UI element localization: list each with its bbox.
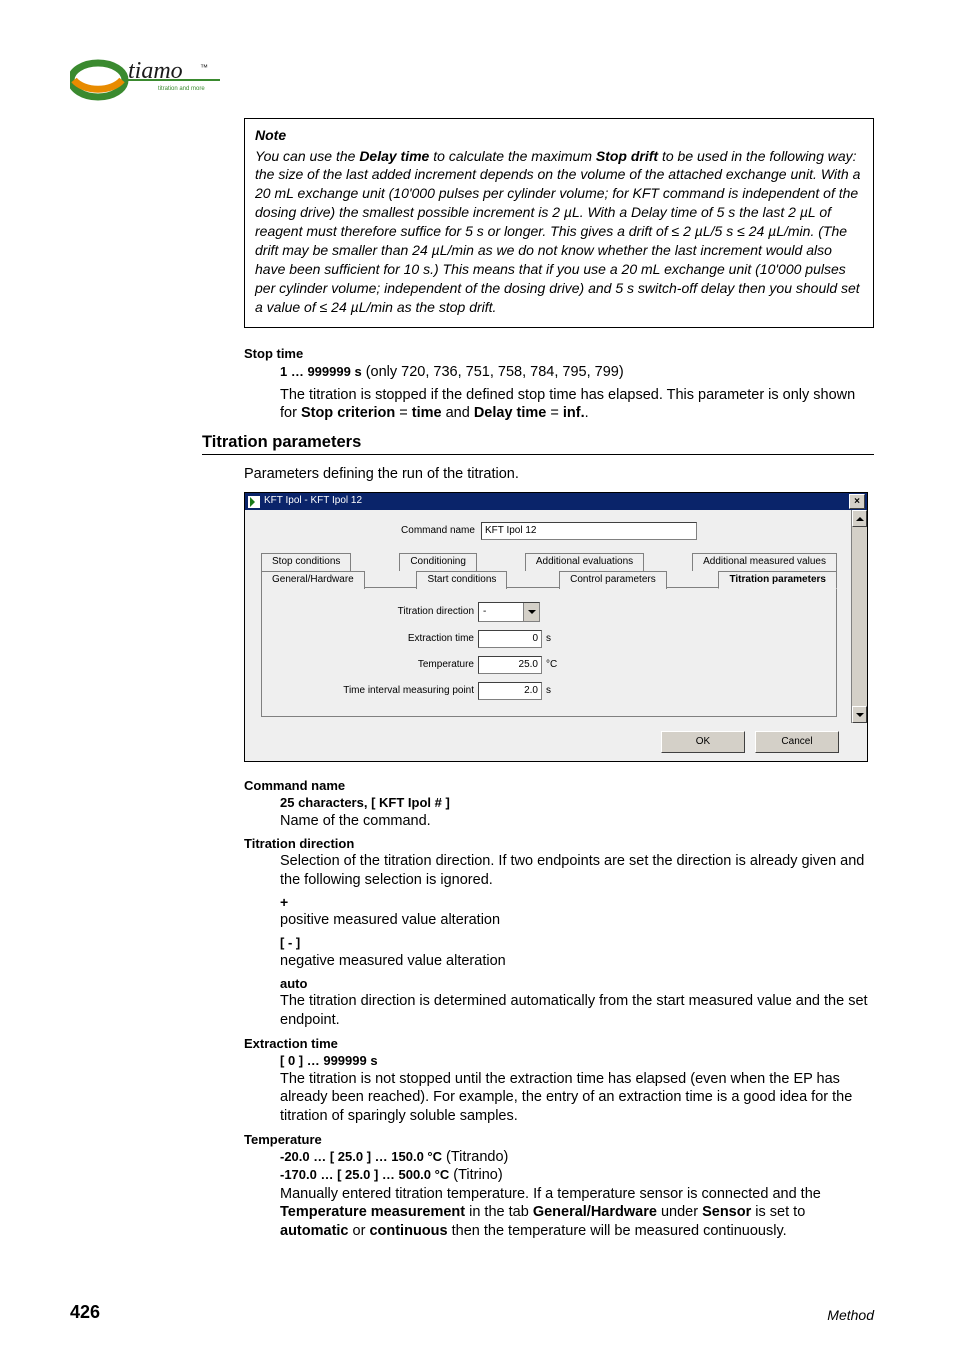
plus-desc: positive measured value alteration xyxy=(280,911,874,930)
cancel-button[interactable]: Cancel xyxy=(755,731,839,753)
kw-automatic: automatic xyxy=(280,1223,349,1239)
note-kw-stopdrift: Stop drift xyxy=(596,148,658,164)
text: under xyxy=(657,1204,702,1220)
kw-sensor: Sensor xyxy=(702,1204,751,1220)
note-kw-delay: Delay time xyxy=(359,148,429,164)
tab-additional-evaluations[interactable]: Additional evaluations xyxy=(525,553,644,571)
command-name-label: Command name xyxy=(401,525,475,538)
text: in the tab xyxy=(465,1204,533,1220)
val-inf: inf. xyxy=(563,405,585,421)
stop-time-range: 1 … 999999 s xyxy=(280,364,362,379)
minus-desc: negative measured value alteration xyxy=(280,952,874,971)
tab-stop-conditions[interactable]: Stop conditions xyxy=(261,553,351,571)
kw-continuous: continuous xyxy=(369,1223,447,1239)
dialog-titlebar: KFT Ipol - KFT Ipol 12 × xyxy=(245,493,867,510)
tab-titration-parameters[interactable]: Titration parameters xyxy=(718,571,837,590)
titration-direction-desc: Selection of the titration direction. If… xyxy=(280,852,874,890)
temperature-desc: Manually entered titration temperature. … xyxy=(280,1185,874,1242)
temperature-term: Temperature xyxy=(244,1132,874,1148)
auto-desc: The titration direction is determined au… xyxy=(280,992,874,1030)
note-body: You can use the Delay time to calculate … xyxy=(255,147,863,317)
extraction-time-range: [ 0 ] … 999999 s xyxy=(280,1053,378,1068)
tab-additional-measured-values[interactable]: Additional measured values xyxy=(692,553,837,571)
svg-text:titration and more: titration and more xyxy=(158,86,205,92)
command-name-desc: Name of the command. xyxy=(280,812,874,830)
time-interval-input[interactable]: 2.0 xyxy=(478,682,542,700)
note-text: to calculate the maximum xyxy=(429,148,596,164)
text: or xyxy=(349,1223,370,1239)
dialog-kft-ipol: KFT Ipol - KFT Ipol 12 × Command name KF… xyxy=(244,492,868,762)
command-name-range: 25 characters, [ KFT Ipol # ] xyxy=(280,795,450,810)
titration-direction-label: Titration direction xyxy=(274,606,478,619)
scrollbar[interactable] xyxy=(851,510,867,723)
ok-button[interactable]: OK xyxy=(661,731,745,753)
temperature-range1-note: (Titrando) xyxy=(442,1149,508,1165)
text: then the temperature will be measured co… xyxy=(448,1223,787,1239)
extraction-time-term: Extraction time xyxy=(244,1036,874,1052)
extraction-time-unit: s xyxy=(546,633,551,646)
text: Manually entered titration temperature. … xyxy=(280,1186,821,1202)
page-number: 426 xyxy=(70,1302,100,1323)
tab-panel: Titration direction - Extraction time 0 … xyxy=(261,587,837,717)
time-interval-unit: s xyxy=(546,685,551,698)
val-time: time xyxy=(412,405,442,421)
extraction-time-label: Extraction time xyxy=(274,633,478,646)
chevron-down-icon[interactable] xyxy=(523,603,539,621)
text: . xyxy=(585,405,589,421)
dialog-icon xyxy=(248,496,260,508)
svg-text:™: ™ xyxy=(200,63,208,72)
tab-general-hardware[interactable]: General/Hardware xyxy=(261,571,365,590)
command-name-input[interactable]: KFT Ipol 12 xyxy=(481,522,697,540)
stop-time-note: (only 720, 736, 751, 758, 784, 795, 799) xyxy=(362,364,624,380)
note-text: You can use the xyxy=(255,148,359,164)
temperature-label: Temperature xyxy=(274,659,478,672)
time-interval-label: Time interval measuring point xyxy=(274,685,478,698)
close-icon[interactable]: × xyxy=(849,494,865,509)
dialog-title: KFT Ipol - KFT Ipol 12 xyxy=(264,495,362,508)
logo: tiamo ™ titration and more xyxy=(70,58,220,107)
text: is set to xyxy=(751,1204,805,1220)
command-name-term: Command name xyxy=(244,778,874,794)
scroll-down-icon[interactable] xyxy=(852,706,867,723)
tab-control-parameters[interactable]: Control parameters xyxy=(559,571,667,590)
note-box: Note You can use the Delay time to calcu… xyxy=(244,118,874,328)
text: and xyxy=(442,405,474,421)
titration-direction-term: Titration direction xyxy=(244,836,874,852)
minus-label: [ - ] xyxy=(280,935,300,950)
tab-start-conditions[interactable]: Start conditions xyxy=(416,571,507,590)
auto-label: auto xyxy=(280,976,307,991)
plus-label: + xyxy=(280,894,288,910)
temperature-range2-note: (Titrino) xyxy=(449,1167,502,1183)
note-title: Note xyxy=(255,127,863,145)
text: = xyxy=(395,405,412,421)
footer-section: Method xyxy=(827,1307,874,1323)
temperature-input[interactable]: 25.0 xyxy=(478,656,542,674)
temperature-unit: °C xyxy=(546,659,557,672)
extraction-time-input[interactable]: 0 xyxy=(478,630,542,648)
tab-conditioning[interactable]: Conditioning xyxy=(399,553,477,571)
select-value: - xyxy=(483,606,486,619)
section-title: Titration parameters xyxy=(202,433,874,455)
stop-time-term: Stop time xyxy=(244,346,874,362)
section-intro: Parameters defining the run of the titra… xyxy=(244,465,874,484)
kw-general-hardware: General/Hardware xyxy=(533,1204,657,1220)
temperature-range2: -170.0 … [ 25.0 ] … 500.0 °C xyxy=(280,1167,449,1182)
svg-text:tiamo: tiamo xyxy=(128,58,183,84)
kw-stop-criterion: Stop criterion xyxy=(301,405,395,421)
stop-time-desc: The titration is stopped if the defined … xyxy=(280,386,874,424)
text: = xyxy=(546,405,563,421)
kw-delay-time: Delay time xyxy=(474,405,547,421)
kw-temp-measurement: Temperature measurement xyxy=(280,1204,465,1220)
titration-direction-select[interactable]: - xyxy=(478,602,540,622)
extraction-time-desc: The titration is not stopped until the e… xyxy=(280,1070,874,1127)
scroll-up-icon[interactable] xyxy=(852,510,867,527)
note-text: to be used in the following way: the siz… xyxy=(255,148,860,315)
temperature-range1: -20.0 … [ 25.0 ] … 150.0 °C xyxy=(280,1149,442,1164)
